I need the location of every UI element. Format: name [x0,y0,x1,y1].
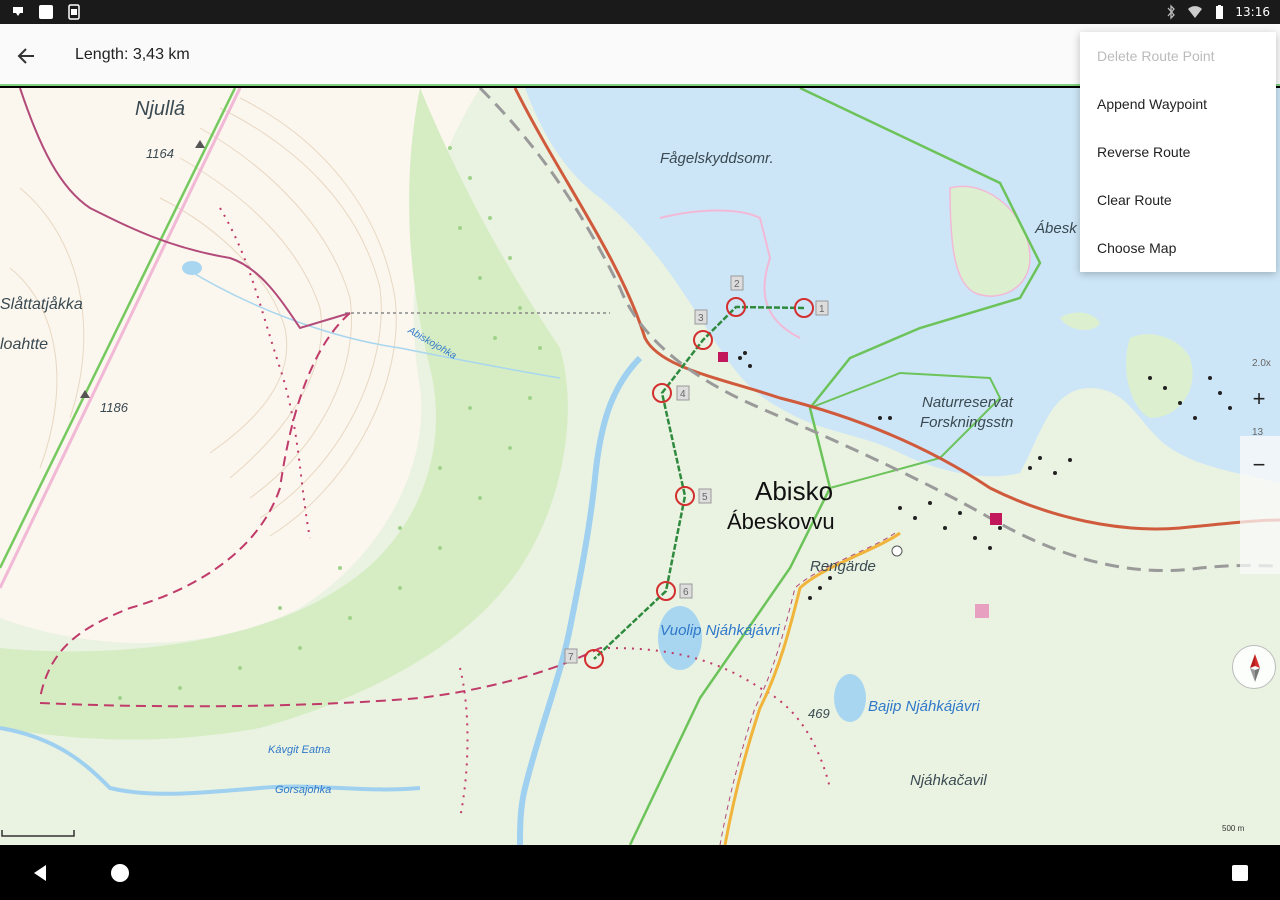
download-icon [13,7,23,16]
map-label: Abisko [755,476,834,506]
map-label: Kávgit Eatna [268,744,331,756]
battery-saver-icon [68,4,80,20]
overflow-menu: Delete Route Point Append Waypoint Rever… [1080,32,1276,272]
compass-button[interactable] [1232,645,1276,689]
route-point-label: 6 [683,587,689,598]
route-point-label: 4 [680,389,686,400]
zoom-scale-label: 2.0x [1252,358,1271,369]
map-label: Bajip Njáhkájávri [868,698,980,715]
map-label: Rengärde [810,558,876,575]
map-label: Njullá [135,98,186,120]
battery-icon [1216,5,1224,19]
status-bar: 13:16 [0,0,1280,24]
map-label: Fågelskyddsomr. [660,150,774,167]
menu-item-delete-route-point: Delete Route Point [1097,48,1215,64]
compass-icon [1250,654,1260,682]
map-label: Gorsajohka [275,784,332,796]
menu-item-clear-route[interactable]: Clear Route [1080,176,1276,224]
route-point-label: 1 [819,304,825,315]
map-label: Ábesk [1035,220,1077,237]
nav-home-button[interactable] [106,859,134,887]
nav-back-icon [34,865,46,881]
map-label: Ábeskovvu [727,509,835,534]
zoom-level-label: 13 [1252,427,1264,438]
nav-recents-icon [1232,865,1248,881]
wifi-icon [1188,6,1203,18]
route-point-label: 2 [734,279,740,290]
map-label: 1186 [100,400,128,415]
back-button[interactable] [10,40,42,72]
navigation-bar [0,845,1280,900]
nav-home-icon [111,864,129,882]
arrow-back-icon [17,48,34,64]
menu-item-reverse-route[interactable]: Reverse Route [1080,128,1276,176]
scale-bar [1,830,75,837]
notification-icon [39,5,53,19]
nav-back-button[interactable] [26,859,54,887]
map-label: 1164 [146,146,174,161]
menu-item-append-waypoint[interactable]: Append Waypoint [1080,80,1276,128]
map-label: Njáhkačavil [910,772,987,789]
zoom-out-button[interactable]: − [1244,450,1274,480]
map-label: Naturreservat [922,394,1013,411]
map-label: loahtte [0,336,49,353]
scale-bar-label: 500 m [1222,824,1245,833]
zoom-in-button[interactable]: + [1244,384,1274,414]
status-time: 13:16 [1235,5,1270,19]
route-length-title: Length: 3,43 km [75,46,190,63]
map-label: 469 [808,706,830,721]
route-point-label: 7 [568,652,574,663]
nav-recents-button[interactable] [1226,859,1254,887]
map-label: Slåttatjåkka [0,296,83,313]
map-label: Forskningsstn [920,414,1014,431]
menu-item-choose-map[interactable]: Choose Map [1080,224,1276,272]
route-point-label: 3 [698,313,704,324]
route-point-label: 5 [702,492,708,503]
map-label: Vuolip Njáhkájávri [660,622,780,639]
bluetooth-icon [1167,4,1176,20]
